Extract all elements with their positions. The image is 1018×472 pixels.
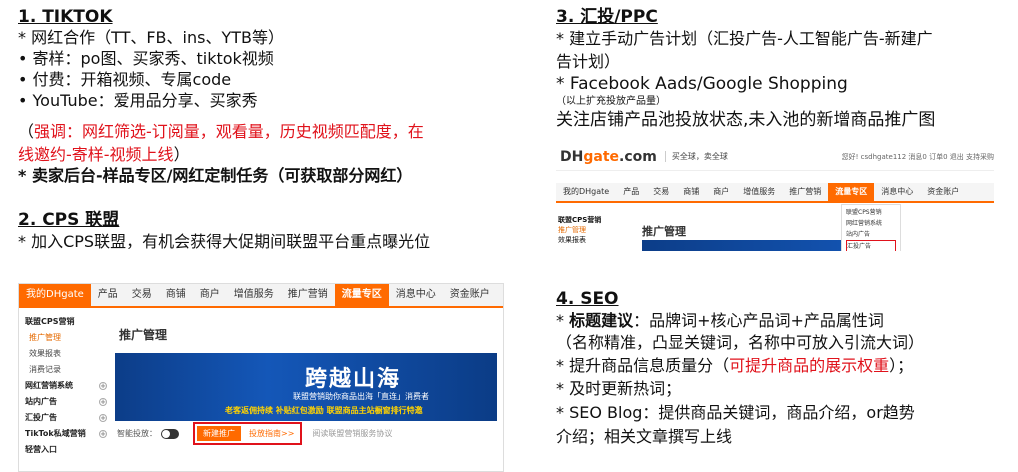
dhgate-screenshot-right: DHgate.com 买全球，卖全球 您好! csdhgate112 消息0 订… bbox=[556, 143, 994, 251]
sidebar-group-influencer[interactable]: 网红营销系统 + bbox=[25, 378, 107, 394]
tab-messages[interactable]: 消息中心 bbox=[874, 183, 920, 201]
smart-delivery-toggle[interactable] bbox=[161, 428, 179, 439]
ppc-line-1b: 告计划） bbox=[556, 52, 621, 71]
tab-funds[interactable]: 资金账户 bbox=[920, 183, 966, 201]
section-tiktok-title: 1. TIKTOK bbox=[18, 7, 113, 27]
dropdown-item-influencer[interactable]: 网红营销系统 bbox=[846, 218, 896, 229]
seo-line-1: * 标题建议：品牌词+核心产品词+产品属性词 bbox=[556, 310, 884, 331]
sidebar: 联盟CPS营销 推广管理 效果报表 bbox=[558, 215, 638, 245]
promo-banner: 跨越山海 联盟营销助你商品出海「直连」消费者 老客返佣持续 补贴红包激励 联盟商… bbox=[115, 353, 497, 421]
tiktok-line-2: • 寄样：po图、买家秀、tiktok视频 bbox=[18, 49, 274, 68]
sidebar-group-cps[interactable]: 联盟CPS营销 bbox=[558, 215, 638, 225]
quality-red: 可提升商品的展示权重 bbox=[729, 356, 890, 375]
quality-text-b: ）； bbox=[889, 356, 914, 375]
sidebar-group-cps[interactable]: 联盟CPS营销 bbox=[25, 314, 105, 330]
toggle-label: 智能投放： bbox=[117, 429, 157, 438]
expand-icon[interactable]: + bbox=[99, 382, 107, 390]
dhgate-logo[interactable]: DHgate.com bbox=[560, 149, 657, 165]
tab-merchant[interactable]: 商户 bbox=[706, 183, 736, 201]
paren-close: ） bbox=[173, 145, 190, 164]
sidebar-item-promo-manage[interactable]: 推广管理 bbox=[25, 330, 105, 346]
emphasis-red-2: 线邀约-寄样-视频上线 bbox=[18, 145, 174, 164]
tiktok-line-3: • 付费：开箱视频、专属code bbox=[18, 70, 232, 89]
traffic-dropdown-menu: 联盟CPS营销 网红营销系统 站内广告 汇投广告 bbox=[841, 204, 901, 251]
sidebar-group-huitou[interactable]: 汇投广告 + bbox=[25, 410, 107, 426]
highlight-box: 新建推广 投放指南>> bbox=[193, 422, 303, 445]
tab-shop[interactable]: 商铺 bbox=[676, 183, 706, 201]
ppc-line-1: * 建立手动广告计划（汇投广告-人工智能广告-新建广 bbox=[556, 29, 933, 48]
tab-traffic[interactable]: 流量专区 bbox=[334, 284, 389, 306]
tab-trade[interactable]: 交易 bbox=[646, 183, 676, 201]
banner-headline: 跨越山海 bbox=[305, 367, 402, 392]
dhgate-screenshot-left: 我的DHgate 产品 交易 商铺 商户 增值服务 推广营销 流量专区 消息中心… bbox=[18, 283, 504, 472]
emphasis-red-1: 强调：网红筛选-订阅量，观看量，历史视频匹配度，在 bbox=[34, 122, 424, 141]
page-title: 推广管理 bbox=[642, 225, 686, 238]
tiktok-bold-line: * 卖家后台-样品专区/网红定制任务（可获取部分网红） bbox=[18, 166, 413, 185]
sidebar: 联盟CPS营销 推广管理 效果报表 消费记录 网红营销系统 + 站内广告 + 汇投广… bbox=[19, 314, 107, 471]
tab-trade[interactable]: 交易 bbox=[125, 284, 159, 306]
banner-subline: 联盟营销助你商品出海「直连」消费者 bbox=[293, 392, 429, 401]
expand-icon[interactable]: + bbox=[99, 398, 107, 406]
tab-home[interactable]: 我的DHgate bbox=[19, 284, 91, 306]
sidebar-group-tiktok[interactable]: TikTok私域营销 + bbox=[25, 426, 107, 442]
tiktok-line-1: * 网红合作（TT、FB、ins、YTB等） bbox=[18, 28, 284, 47]
ppc-line-2: * Facebook Aads/Google Shopping bbox=[556, 74, 848, 94]
section-seo-title: 4. SEO bbox=[556, 289, 619, 309]
tiktok-emphasis-line-1: （强调：网红筛选-订阅量，观看量，历史视频匹配度，在 bbox=[18, 121, 424, 142]
ppc-line-3: 关注店铺产品池投放状态,未入池的新增商品推广图 bbox=[556, 110, 936, 130]
title-advice-label: 标题建议 bbox=[569, 311, 634, 330]
seo-line-4: * 及时更新热词； bbox=[556, 379, 682, 398]
seo-line-5: * SEO Blog：提供商品关键词，商品介绍，or趋势 bbox=[556, 403, 915, 422]
slogan: 买全球，卖全球 bbox=[664, 151, 728, 162]
paren-open: （ bbox=[18, 122, 35, 141]
sidebar-group-onsite[interactable]: 站内广告 + bbox=[25, 394, 107, 410]
tab-value-added[interactable]: 增值服务 bbox=[736, 183, 782, 201]
tab-shop[interactable]: 商铺 bbox=[159, 284, 193, 306]
user-bar[interactable]: 您好! csdhgate112 消息0 订单0 退出 支持采购 bbox=[842, 152, 994, 162]
agreement-link[interactable]: 阅读联盟营销服务协议 bbox=[312, 428, 392, 439]
section-ppc-title: 3. 汇投/PPC bbox=[556, 7, 658, 27]
tiktok-line-4: • YouTube：爱用品分享、买家秀 bbox=[18, 91, 258, 110]
tab-funds[interactable]: 资金账户 bbox=[443, 284, 497, 306]
seo-line-2: （名称精准，凸显关键词，名称中可放入引流大词） bbox=[556, 333, 925, 352]
header-bar: DHgate.com 买全球，卖全球 您好! csdhgate112 消息0 订… bbox=[556, 143, 994, 171]
tab-traffic[interactable]: 流量专区 bbox=[828, 183, 875, 201]
top-nav: 我的DHgate 产品 交易 商铺 商户 增值服务 推广营销 流量专区 消息中心… bbox=[19, 284, 503, 308]
page-title: 推广管理 bbox=[119, 328, 168, 342]
new-promo-button[interactable]: 新建推广 bbox=[197, 426, 241, 441]
tab-products[interactable]: 产品 bbox=[616, 183, 646, 201]
banner-benefits: 老客返佣持续 补贴红包激励 联盟商品主站橱窗排行特邀 bbox=[225, 406, 423, 415]
tiktok-emphasis-line-2: 线邀约-寄样-视频上线） bbox=[18, 144, 190, 165]
title-advice-text: ：品牌词+核心产品词+产品属性词 bbox=[633, 311, 884, 330]
tab-marketing[interactable]: 推广营销 bbox=[281, 284, 335, 306]
guide-link[interactable]: 投放指南>> bbox=[245, 426, 298, 441]
cps-line: * 加入CPS联盟，有机会获得大促期间联盟平台重点曝光位 bbox=[18, 232, 431, 251]
bullet: * bbox=[556, 311, 570, 330]
dropdown-item-onsite[interactable]: 站内广告 bbox=[846, 229, 896, 240]
expand-icon[interactable]: + bbox=[99, 430, 107, 438]
dropdown-item-huitou[interactable]: 汇投广告 bbox=[846, 240, 896, 251]
sidebar-item-report[interactable]: 效果报表 bbox=[558, 235, 638, 245]
seo-line-6: 介绍；相关文章撰写上线 bbox=[556, 427, 733, 446]
expand-icon[interactable]: + bbox=[99, 414, 107, 422]
seo-line-3: * 提升商品信息质量分（可提升商品的展示权重）； bbox=[556, 355, 913, 376]
sidebar-item-promo-manage[interactable]: 推广管理 bbox=[558, 225, 638, 235]
main-pane: 推广管理 跨越山海 联盟营销助你商品出海「直连」消费者 老客返佣持续 补贴红包激… bbox=[115, 314, 497, 471]
tab-home[interactable]: 我的DHgate bbox=[556, 183, 616, 201]
ppc-note: （以上扩充投放产品量） bbox=[556, 96, 666, 107]
top-nav: 我的DHgate 产品 交易 商铺 商户 增值服务 推广营销 流量专区 消息中心… bbox=[556, 183, 994, 203]
section-cps-title: 2. CPS 联盟 bbox=[18, 210, 120, 230]
smart-delivery-row: 智能投放： 新建推广 投放指南>> 阅读联盟营销服务协议 bbox=[117, 422, 392, 445]
tab-marketing[interactable]: 推广营销 bbox=[782, 183, 828, 201]
quality-text-a: * 提升商品信息质量分（ bbox=[556, 356, 730, 375]
dropdown-item-cps[interactable]: 联盟CPS营销 bbox=[846, 207, 896, 218]
sidebar-item-report[interactable]: 效果报表 bbox=[25, 346, 105, 362]
tab-products[interactable]: 产品 bbox=[91, 284, 125, 306]
tab-merchant[interactable]: 商户 bbox=[193, 284, 227, 306]
sidebar-group-entry[interactable]: 轻营入口 bbox=[25, 442, 105, 458]
tab-messages[interactable]: 消息中心 bbox=[389, 284, 443, 306]
sidebar-item-consume[interactable]: 消费记录 bbox=[25, 362, 105, 378]
tab-value-added[interactable]: 增值服务 bbox=[227, 284, 281, 306]
